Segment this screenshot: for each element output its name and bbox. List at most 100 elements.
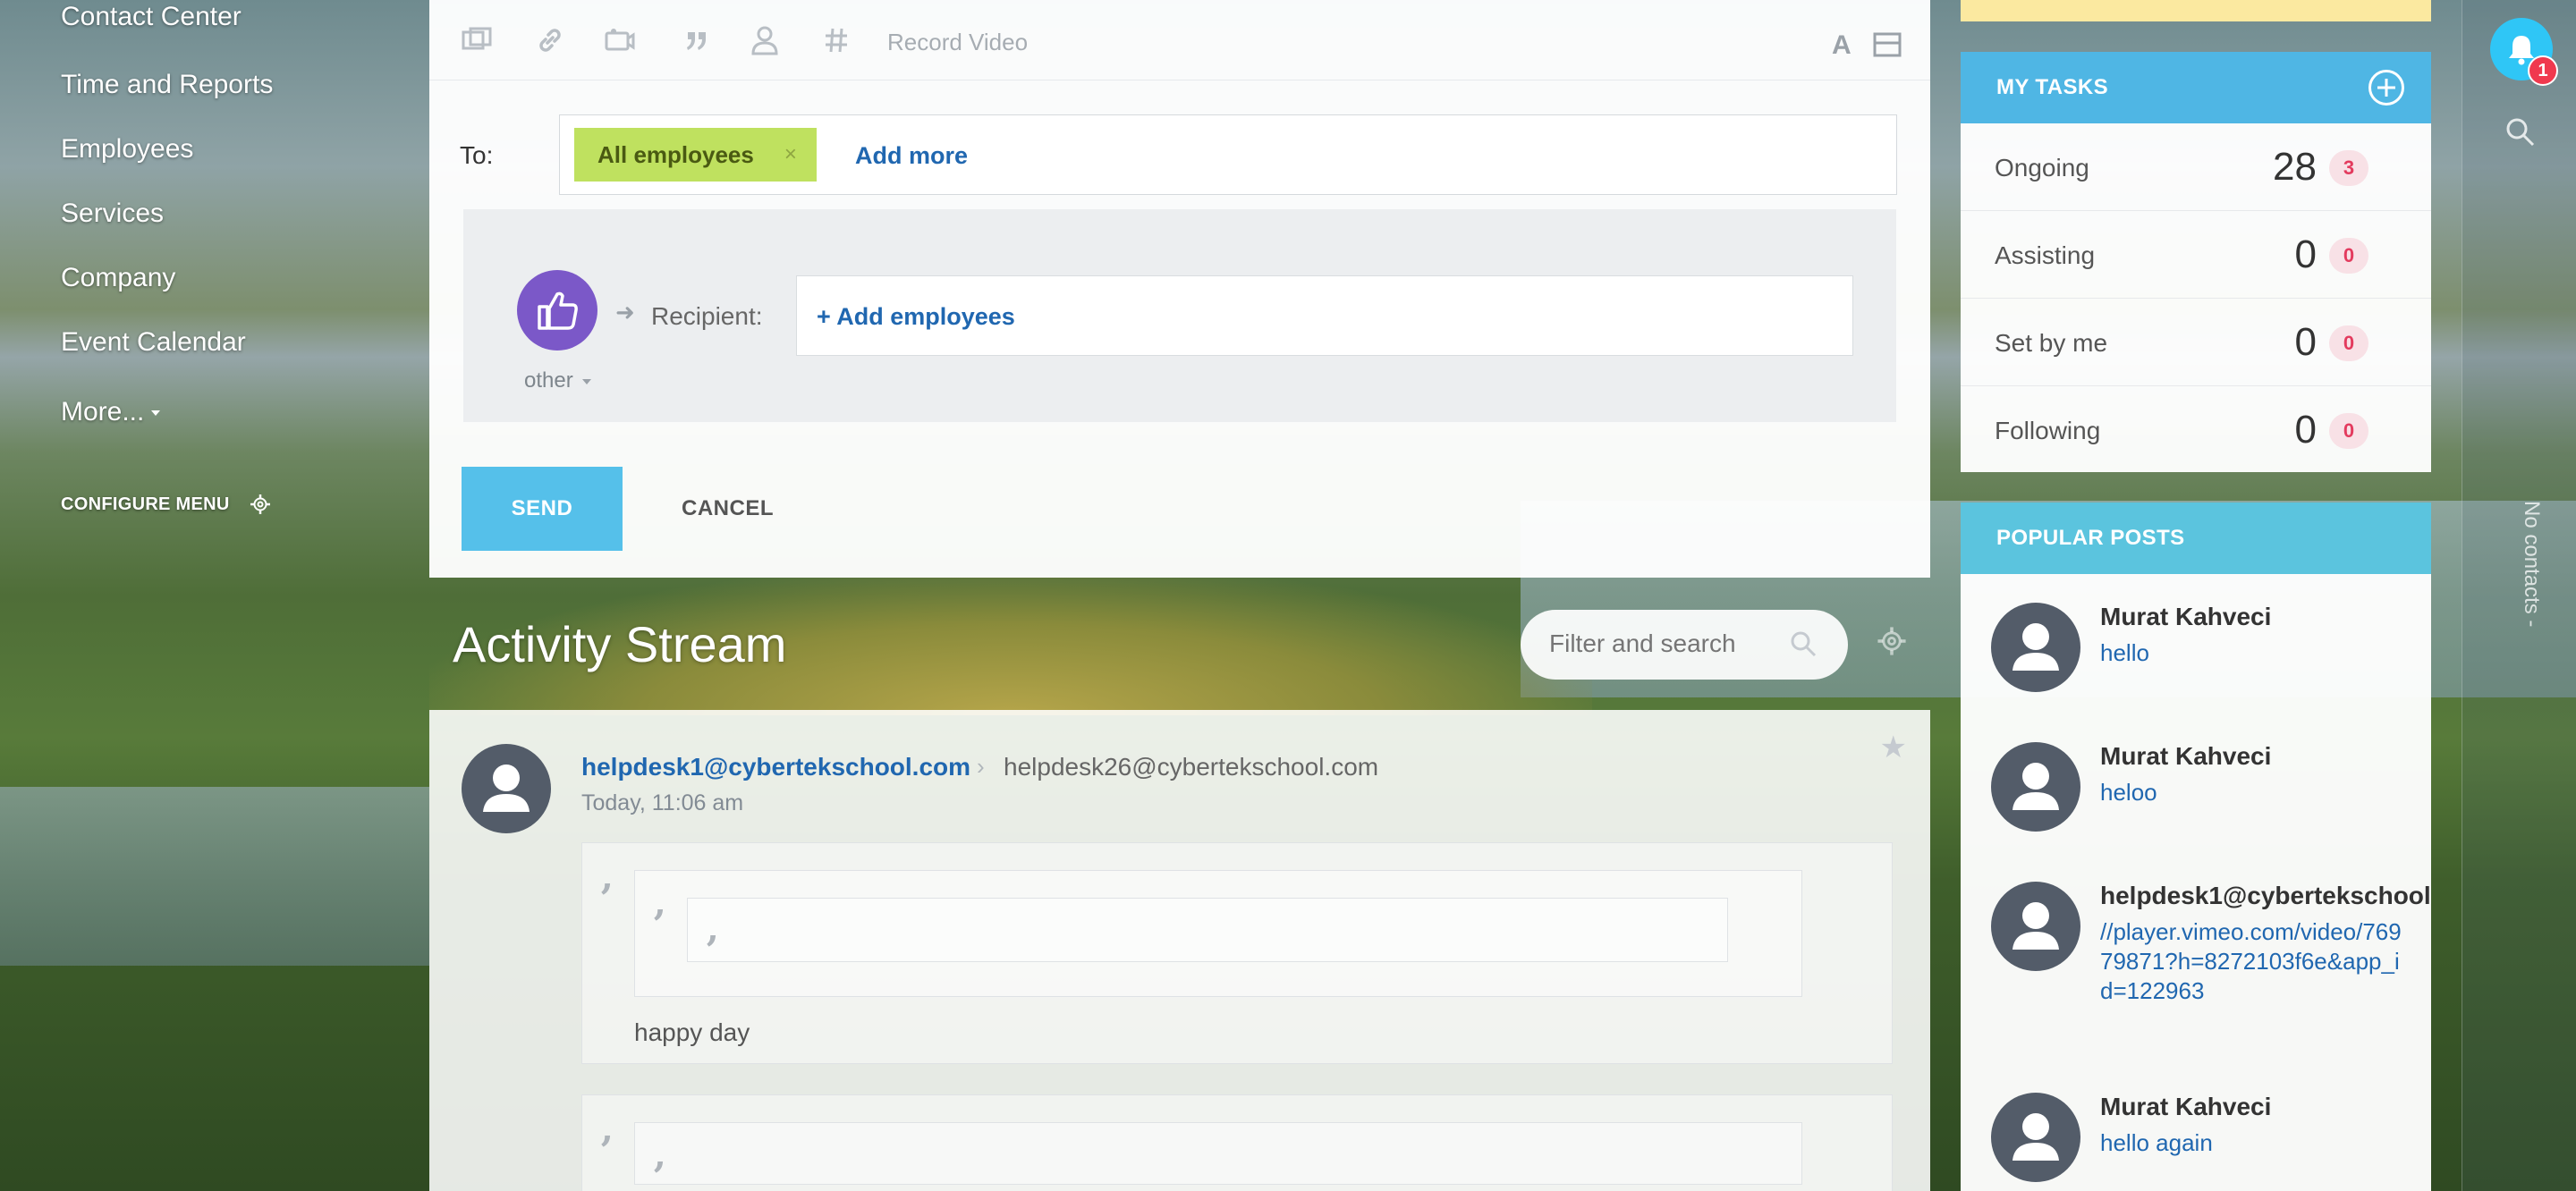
post-author-link[interactable]: helpdesk1@cybertekschool.com xyxy=(581,753,970,781)
search-icon[interactable] xyxy=(1789,629,1818,663)
recipient-label: Recipient: xyxy=(651,302,763,330)
user-silhouette-icon xyxy=(2012,1113,2059,1161)
post-timestamp[interactable]: Today, 11:06 am xyxy=(581,790,743,816)
record-video-button[interactable]: Record Video xyxy=(887,29,1028,56)
search-icon[interactable] xyxy=(2503,114,2537,153)
popular-post-author[interactable]: Murat Kahveci xyxy=(2100,1093,2271,1121)
quote-icon[interactable] xyxy=(682,25,712,55)
recipient-chip-label: All employees xyxy=(597,141,754,168)
send-button[interactable]: SEND xyxy=(462,467,623,551)
user-silhouette-icon xyxy=(2012,902,2059,950)
arrow-right-icon: ➜ xyxy=(615,299,635,325)
avatar[interactable] xyxy=(1991,603,2080,692)
task-badge: 0 xyxy=(2329,413,2368,449)
add-task-icon[interactable] xyxy=(2368,70,2404,106)
announcement-bar xyxy=(1961,0,2431,21)
gratitude-recipient-field[interactable]: + Add employees xyxy=(796,275,1853,356)
my-tasks-widget: MY TASKS Ongoing 28 3 Assisting 0 0 Set … xyxy=(1961,52,2431,472)
task-count: 28 xyxy=(2273,145,2317,189)
nested-quote-block-inner: ‚ xyxy=(687,898,1728,962)
quote-mark-icon: ‚ xyxy=(653,880,667,925)
popular-post-text[interactable]: hello again xyxy=(2100,1128,2404,1158)
popular-posts-header: POPULAR POSTS xyxy=(1961,503,2431,574)
page-title: Activity Stream xyxy=(453,616,787,672)
quote-mark-icon: ‚ xyxy=(600,854,614,900)
quote-mark-icon: ‚ xyxy=(600,1106,614,1152)
task-badge: 3 xyxy=(2329,150,2368,186)
task-label: Following xyxy=(1995,417,2101,444)
popular-post-text[interactable]: hello xyxy=(2100,638,2404,668)
task-badge: 0 xyxy=(2329,238,2368,274)
recipients-field[interactable]: All employees × Add more xyxy=(559,114,1897,195)
cancel-button[interactable]: CANCEL xyxy=(682,467,774,551)
menu-item-event-calendar[interactable]: Event Calendar xyxy=(61,327,246,358)
task-label: Assisting xyxy=(1995,241,2096,269)
stream-settings-gear-icon[interactable] xyxy=(1877,626,1907,661)
task-row-set-by-me[interactable]: Set by me 0 0 xyxy=(1961,299,2431,386)
gratitude-panel: other ➜ Recipient: + Add employees xyxy=(463,209,1896,422)
avatar[interactable] xyxy=(1991,1093,2080,1182)
menu-item-employees[interactable]: Employees xyxy=(61,134,193,165)
hashtag-icon[interactable] xyxy=(821,25,852,55)
popular-post-author[interactable]: helpdesk1@cybertekschool. xyxy=(2100,882,2431,910)
to-label: To: xyxy=(460,141,494,169)
task-count: 0 xyxy=(2294,408,2317,452)
nested-quote-block: ‚ ‚ xyxy=(634,870,1802,997)
menu-item-company[interactable]: Company xyxy=(61,263,175,293)
left-menu: Contact Center Time and Reports Employee… xyxy=(0,0,429,1191)
feed-post: helpdesk1@cybertekschool.com › helpdesk2… xyxy=(429,710,1930,1191)
avatar[interactable] xyxy=(1991,882,2080,971)
user-silhouette-icon xyxy=(483,764,530,812)
composer-toolbar: Record Video A xyxy=(429,0,1930,80)
popular-post-author[interactable]: Murat Kahveci xyxy=(2100,603,2271,631)
video-icon[interactable] xyxy=(605,25,635,55)
popular-post-author[interactable]: Murat Kahveci xyxy=(2100,742,2271,771)
user-silhouette-icon xyxy=(2012,763,2059,810)
menu-item-services[interactable]: Services xyxy=(61,198,164,229)
popular-post-text[interactable]: //player.vimeo.com/video/76979871?h=8272… xyxy=(2100,917,2404,1006)
gratitude-type-selector[interactable] xyxy=(517,270,597,351)
star-icon[interactable]: ★ xyxy=(1880,730,1907,765)
avatar[interactable] xyxy=(1991,742,2080,832)
no-contacts-label: No contacts - xyxy=(2520,501,2544,628)
avatar[interactable] xyxy=(462,744,551,833)
task-badge: 0 xyxy=(2329,325,2368,361)
task-count: 0 xyxy=(2294,232,2317,276)
user-mention-icon[interactable] xyxy=(750,25,780,55)
link-icon[interactable] xyxy=(535,25,565,55)
my-tasks-header[interactable]: MY TASKS xyxy=(1961,52,2431,123)
configure-menu-button[interactable]: CONFIGURE MENU xyxy=(61,494,271,515)
add-employees-link[interactable]: + Add employees xyxy=(817,303,1015,331)
post-recipient-link[interactable]: helpdesk26@cybertekschool.com xyxy=(1004,753,1378,781)
menu-item-contact-center[interactable]: Contact Center xyxy=(61,2,242,32)
filter-search-input[interactable] xyxy=(1549,629,1791,658)
menu-item-time-and-reports[interactable]: Time and Reports xyxy=(61,70,273,100)
fullscreen-editor-icon[interactable] xyxy=(1873,32,1902,64)
recipient-chip-all-employees[interactable]: All employees × xyxy=(574,128,817,182)
popular-post-text[interactable]: heloo xyxy=(2100,778,2404,807)
text-format-button[interactable]: A xyxy=(1832,30,1852,61)
task-label: Ongoing xyxy=(1995,154,2089,182)
task-row-assisting[interactable]: Assisting 0 0 xyxy=(1961,211,2431,299)
task-row-following[interactable]: Following 0 0 xyxy=(1961,386,2431,474)
quote-text: happy day xyxy=(634,1018,750,1046)
filter-search-box[interactable] xyxy=(1521,610,1848,680)
popular-posts-widget: POPULAR POSTS Murat Kahveci hello Murat … xyxy=(1961,503,2431,1191)
quote-mark-icon: ‚ xyxy=(706,906,720,951)
gear-icon xyxy=(250,494,270,514)
remove-recipient-icon[interactable]: × xyxy=(784,128,797,182)
quote-mark-icon: ‚ xyxy=(653,1132,667,1178)
add-more-link[interactable]: Add more xyxy=(855,142,968,170)
user-silhouette-icon xyxy=(2012,623,2059,671)
task-row-ongoing[interactable]: Ongoing 28 3 xyxy=(1961,123,2431,211)
menu-item-more[interactable]: More... xyxy=(61,397,160,427)
task-label: Set by me xyxy=(1995,329,2108,357)
file-icon[interactable] xyxy=(462,25,492,55)
quote-block: ‚ ‚ ‚ happy day xyxy=(581,842,1893,1064)
gratitude-type-dropdown[interactable]: other xyxy=(524,368,591,393)
my-tasks-title: MY TASKS xyxy=(1996,75,2108,99)
thumbs-up-icon xyxy=(538,291,578,330)
menu-more-label: More... xyxy=(61,397,145,427)
post-composer: Record Video A To: All employees × Add m… xyxy=(429,0,1930,578)
configure-menu-label: CONFIGURE MENU xyxy=(61,494,230,514)
